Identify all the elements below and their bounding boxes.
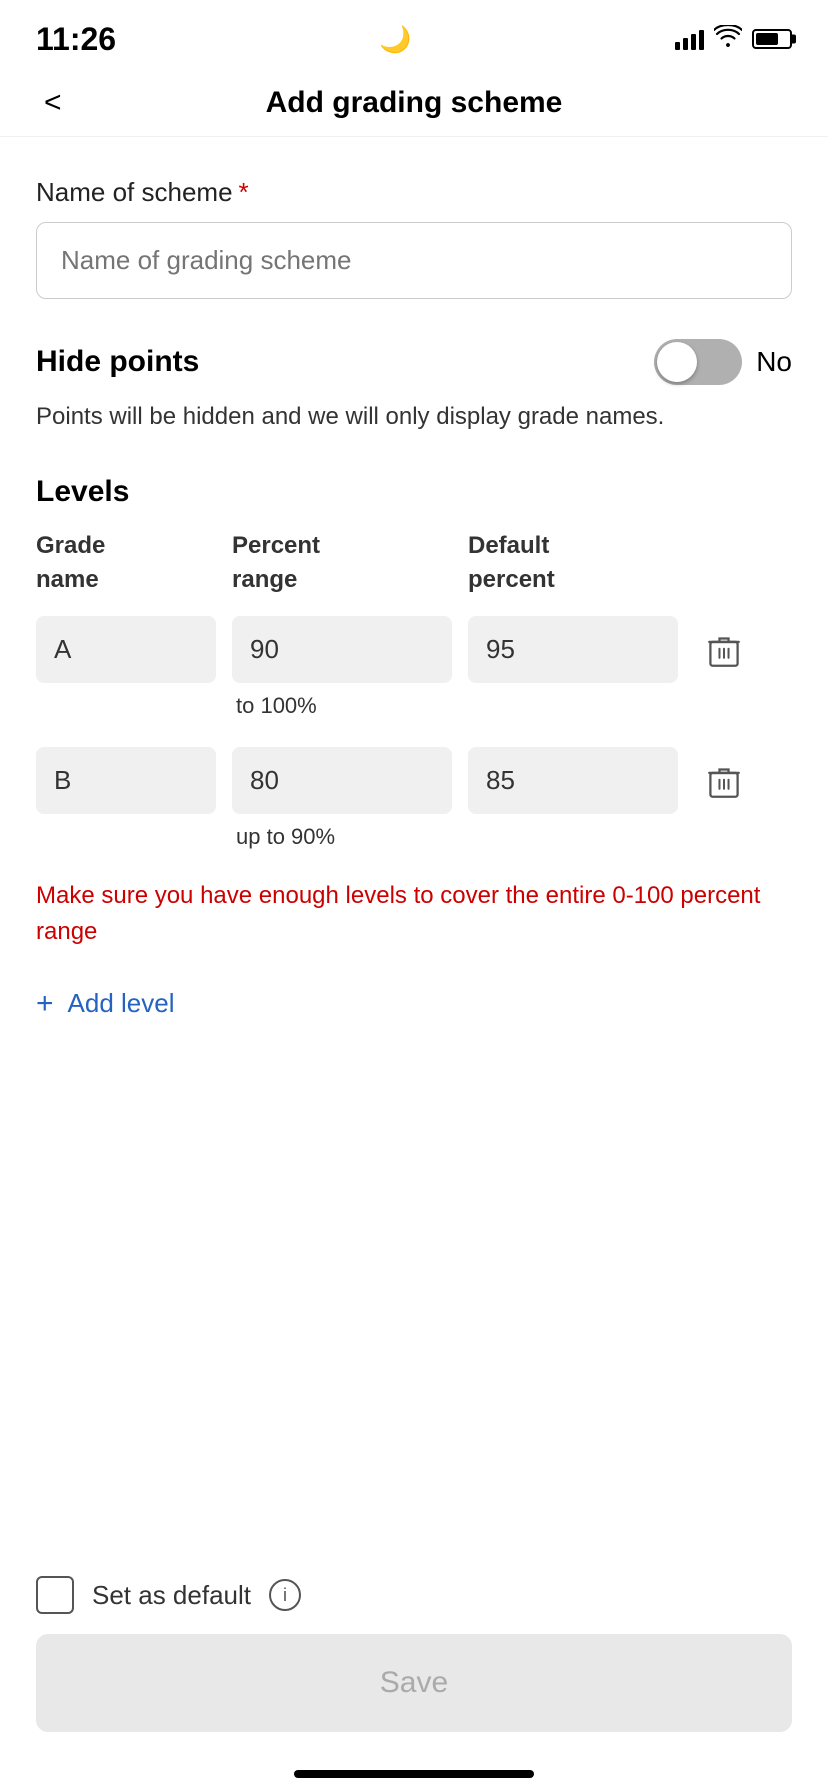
range-sub-1: to 100%	[232, 693, 452, 719]
toggle-knob	[657, 342, 697, 382]
wifi-icon	[714, 25, 742, 53]
col-grade-name: Gradename	[36, 529, 216, 596]
battery-icon	[752, 29, 792, 49]
error-message: Make sure you have enough levels to cove…	[36, 878, 792, 950]
col-actions	[694, 529, 754, 596]
default-percent-cell-1	[468, 616, 678, 683]
delete-level-1-button[interactable]	[694, 616, 754, 668]
percent-range-input-1[interactable]	[232, 616, 452, 683]
grade-name-input-1[interactable]	[36, 616, 216, 683]
nav-header: < Add grading scheme	[0, 70, 828, 137]
trash-icon	[708, 634, 740, 668]
default-percent-input-1[interactable]	[468, 616, 678, 683]
delete-level-2-button[interactable]	[694, 747, 754, 799]
col-default-percent: Defaultpercent	[468, 529, 678, 596]
scheme-name-input[interactable]	[36, 222, 792, 299]
set-default-label: Set as default	[92, 1580, 251, 1611]
levels-header: Gradename Percentrange Defaultpercent	[36, 529, 792, 596]
bottom-section: Set as default i Save	[0, 1576, 828, 1732]
grade-name-cell-1	[36, 616, 216, 683]
status-bar: 11:26 🌙	[0, 0, 828, 70]
set-default-row: Set as default i	[36, 1576, 792, 1614]
col-percent-range: Percentrange	[232, 529, 452, 596]
percent-range-cell-1: to 100%	[232, 616, 452, 719]
toggle-state-label: No	[756, 346, 792, 378]
info-icon[interactable]: i	[269, 1579, 301, 1611]
toggle-group: No	[654, 339, 792, 385]
range-sub-2: up to 90%	[232, 824, 452, 850]
add-level-button[interactable]: + Add level	[36, 978, 175, 1029]
level-row: to 100%	[36, 616, 792, 719]
add-level-label: Add level	[68, 988, 175, 1019]
default-percent-cell-2	[468, 747, 678, 814]
save-button[interactable]: Save	[36, 1634, 792, 1732]
hide-points-toggle[interactable]	[654, 339, 742, 385]
hide-points-row: Hide points No	[36, 339, 792, 385]
required-star: *	[239, 177, 249, 208]
plus-icon: +	[36, 989, 54, 1019]
set-default-checkbox[interactable]	[36, 1576, 74, 1614]
home-indicator	[294, 1770, 534, 1778]
levels-title: Levels	[36, 475, 792, 509]
level-row: up to 90%	[36, 747, 792, 850]
moon-icon: 🌙	[379, 24, 411, 55]
default-percent-input-2[interactable]	[468, 747, 678, 814]
main-content: Name of scheme * Hide points No Points w…	[0, 137, 828, 1069]
hide-points-description: Points will be hidden and we will only d…	[36, 399, 792, 435]
status-time: 11:26	[36, 21, 116, 58]
hide-points-label: Hide points	[36, 345, 199, 379]
percent-range-cell-2: up to 90%	[232, 747, 452, 850]
grade-name-cell-2	[36, 747, 216, 814]
signal-icon	[675, 28, 704, 50]
name-field-label: Name of scheme *	[36, 177, 792, 208]
back-button[interactable]: <	[36, 78, 70, 128]
percent-range-input-2[interactable]	[232, 747, 452, 814]
status-icons	[675, 25, 792, 53]
grade-name-input-2[interactable]	[36, 747, 216, 814]
page-title: Add grading scheme	[266, 86, 563, 120]
trash-icon	[708, 765, 740, 799]
